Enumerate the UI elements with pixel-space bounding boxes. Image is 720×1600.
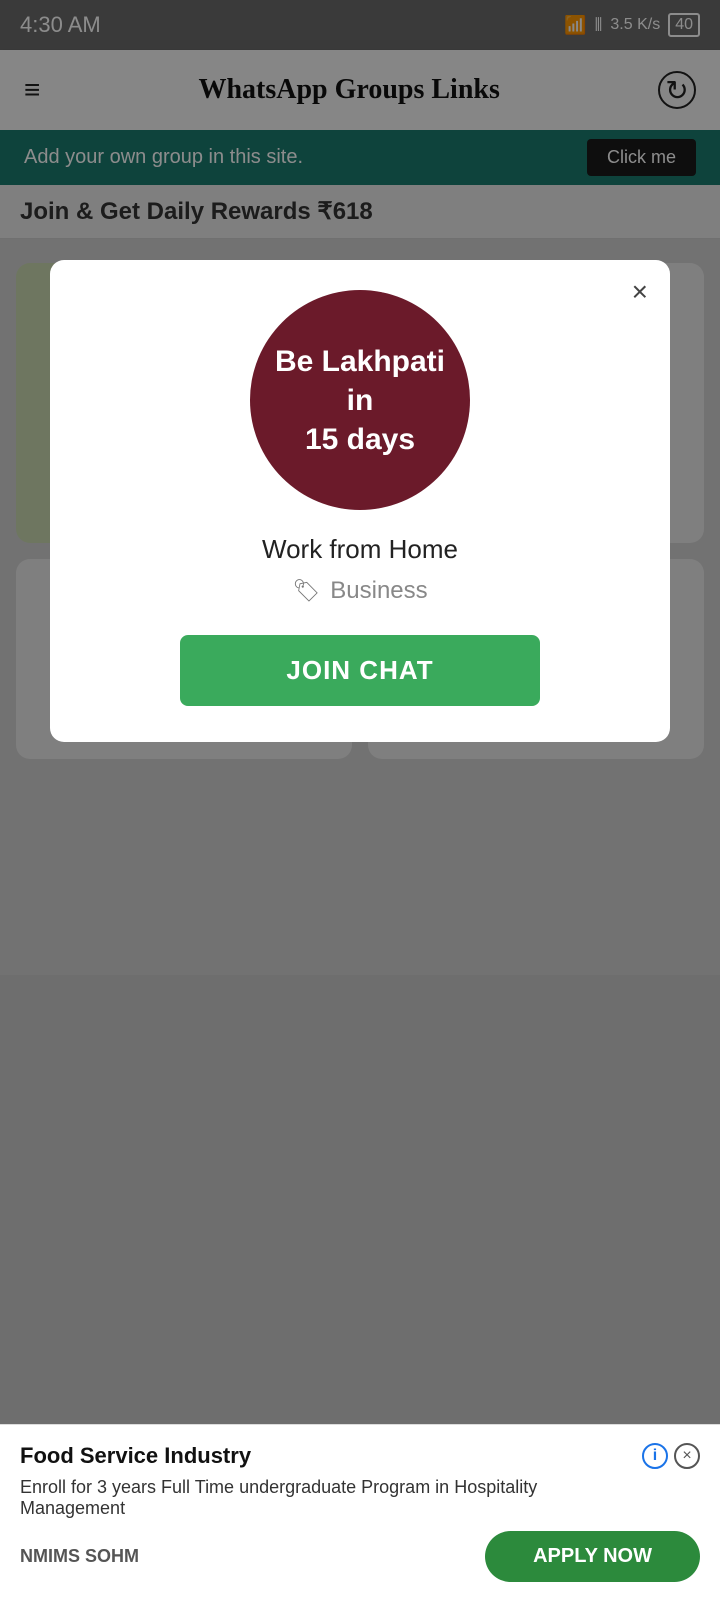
- ad-content: Food Service Industry Enroll for 3 years…: [20, 1443, 642, 1531]
- modal-close-button[interactable]: ×: [632, 276, 648, 308]
- ad-title: Food Service Industry: [20, 1443, 642, 1469]
- ad-icons-row: i ×: [642, 1443, 700, 1469]
- join-chat-button[interactable]: JOIN CHAT: [180, 635, 540, 706]
- tag-icon: 🏷: [292, 578, 320, 604]
- modal-category-text: Business: [330, 577, 427, 605]
- group-detail-modal: × Be Lakhpati in15 days Work from Home 🏷…: [50, 260, 670, 742]
- modal-circle-text: Be Lakhpati in15 days: [250, 328, 470, 473]
- advertisement-banner: Food Service Industry Enroll for 3 years…: [0, 1424, 720, 1600]
- ad-description: Enroll for 3 years Full Time undergradua…: [20, 1477, 642, 1519]
- ad-top-row: Food Service Industry Enroll for 3 years…: [20, 1443, 700, 1531]
- modal-group-name: Work from Home: [262, 534, 458, 565]
- modal-overlay: × Be Lakhpati in15 days Work from Home 🏷…: [0, 0, 720, 1600]
- modal-circle: Be Lakhpati in15 days: [250, 290, 470, 510]
- ad-apply-button[interactable]: APPLY NOW: [485, 1531, 700, 1582]
- ad-info-icon[interactable]: i: [642, 1443, 668, 1469]
- ad-close-icon[interactable]: ×: [674, 1443, 700, 1469]
- modal-category-row: 🏷 Business: [292, 577, 427, 605]
- ad-brand: NMIMS SOHM: [20, 1546, 139, 1567]
- ad-footer: NMIMS SOHM APPLY NOW: [20, 1531, 700, 1582]
